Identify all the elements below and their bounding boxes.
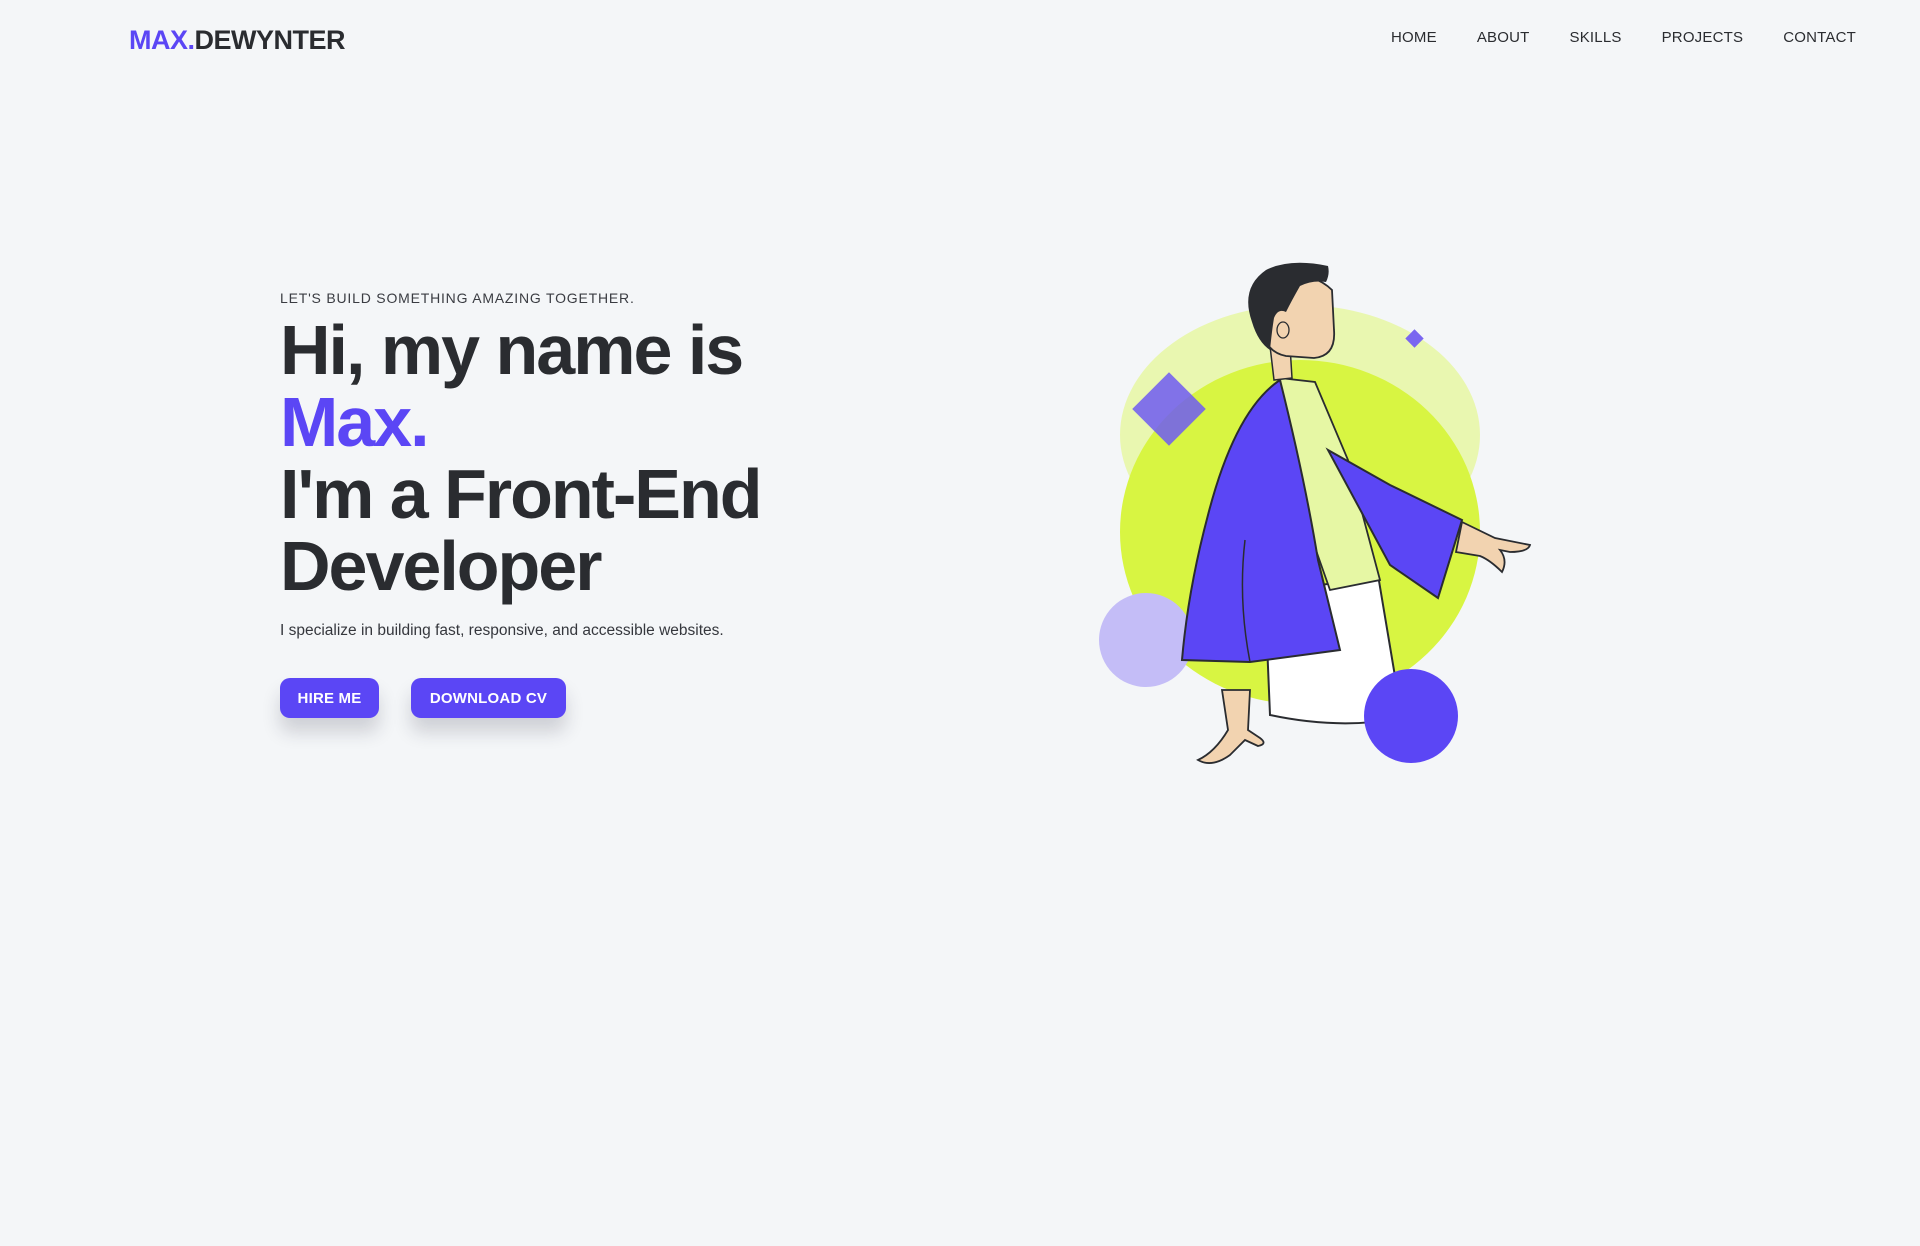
blue-circle — [1364, 669, 1458, 763]
character-foot — [1196, 689, 1265, 764]
logo-brand: MAX. — [129, 25, 195, 55]
portfolio-page: MAX.DEWYNTER HOME ABOUT SKILLS PROJECTS … — [0, 0, 1920, 1246]
headline-role-cont: Developer — [280, 527, 602, 605]
headline-name: Max. — [280, 383, 430, 461]
download-cv-button[interactable]: DOWNLOAD CV — [411, 678, 566, 718]
hero-headline: Hi, my name is Max. I'm a Front-End Deve… — [280, 314, 900, 602]
hire-me-button[interactable]: HIRE ME — [280, 678, 379, 718]
hero-kicker: LET'S BUILD SOMETHING AMAZING TOGETHER. — [280, 290, 635, 306]
lavender-circle — [1099, 593, 1193, 687]
developer-illustration — [1090, 260, 1560, 780]
site-logo[interactable]: MAX.DEWYNTER — [129, 24, 345, 56]
main-nav: HOME ABOUT SKILLS PROJECTS CONTACT — [1351, 28, 1856, 48]
nav-item-contact[interactable]: CONTACT — [1783, 28, 1856, 48]
nav-item-home[interactable]: HOME — [1391, 28, 1437, 48]
headline-greeting: Hi, my name is — [280, 311, 744, 389]
nav-item-about[interactable]: ABOUT — [1477, 28, 1530, 48]
hero-buttons: HIRE ME DOWNLOAD CV — [280, 678, 900, 718]
nav-item-projects[interactable]: PROJECTS — [1662, 28, 1744, 48]
headline-role: I'm a Front-End — [280, 455, 763, 533]
hero-section: LET'S BUILD SOMETHING AMAZING TOGETHER. … — [280, 288, 900, 718]
hero-subtitle: I specialize in building fast, responsiv… — [280, 622, 724, 639]
nav-item-skills[interactable]: SKILLS — [1570, 28, 1622, 48]
logo-name: DEWYNTER — [194, 25, 346, 55]
character-ear — [1276, 321, 1290, 339]
